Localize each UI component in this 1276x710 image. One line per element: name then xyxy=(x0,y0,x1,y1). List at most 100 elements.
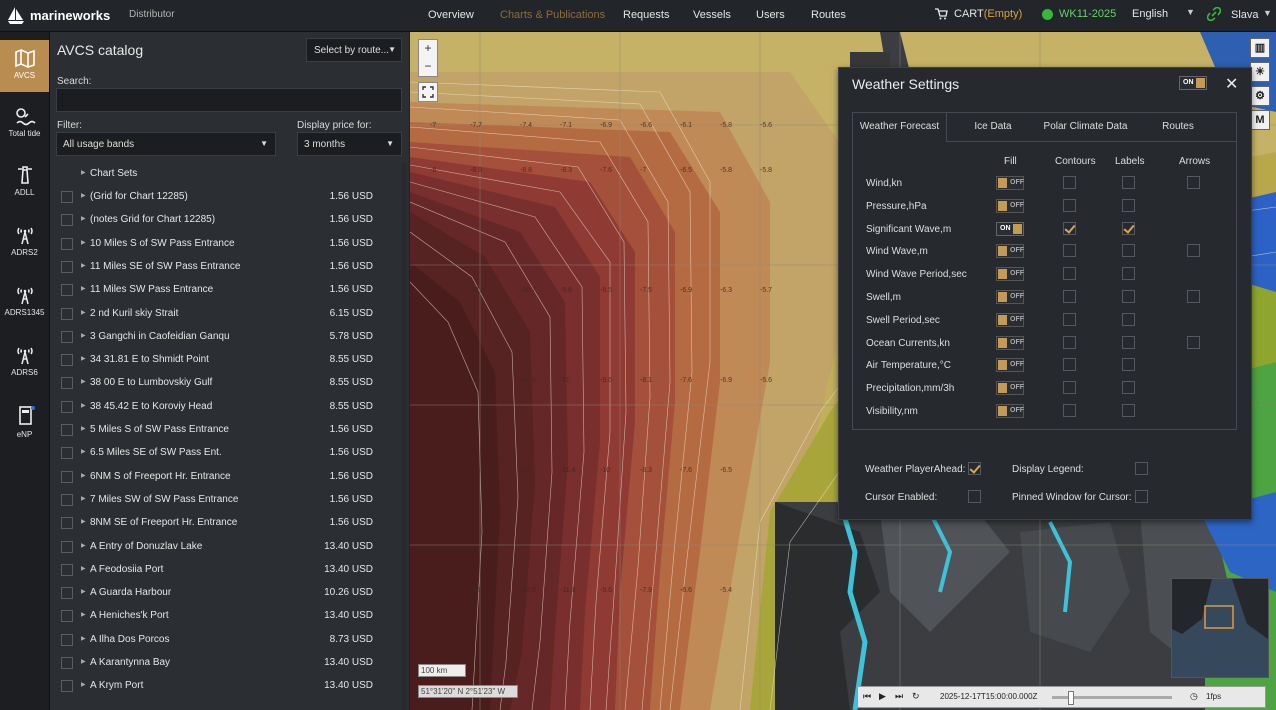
expand-arrow-icon[interactable]: ▶ xyxy=(81,635,86,642)
expand-arrow-icon[interactable]: ▶ xyxy=(81,309,86,316)
chart-row[interactable]: ▶ A Heniches'k Port 13.40 USD xyxy=(50,605,409,628)
timeline-handle[interactable] xyxy=(1068,691,1074,705)
row-checkbox[interactable] xyxy=(61,470,73,483)
expand-arrow-icon[interactable]: ▶ xyxy=(81,495,86,502)
leftnav-total-tide[interactable]: Total tide xyxy=(0,98,49,150)
contours-checkbox[interactable] xyxy=(1063,381,1076,395)
zoom-out-button[interactable]: − xyxy=(419,58,437,76)
refresh-icon[interactable]: ↻ xyxy=(912,691,920,702)
fps-select[interactable]: 1fps xyxy=(1206,692,1221,701)
row-checkbox[interactable] xyxy=(61,330,73,343)
row-checkbox[interactable] xyxy=(61,587,73,600)
row-checkbox[interactable] xyxy=(61,191,73,203)
nav-requests[interactable]: Requests xyxy=(623,9,669,21)
expand-arrow-icon[interactable]: ▶ xyxy=(81,192,86,199)
brand-logo[interactable]: marineworks xyxy=(6,5,110,25)
fill-toggle[interactable]: OFF xyxy=(996,312,1024,327)
expand-arrow-icon[interactable]: ▶ xyxy=(81,681,86,688)
labels-checkbox[interactable] xyxy=(1122,312,1135,326)
fill-toggle[interactable]: OFF xyxy=(996,244,1024,259)
row-checkbox[interactable] xyxy=(61,284,73,297)
labels-checkbox[interactable] xyxy=(1122,381,1135,395)
row-checkbox[interactable] xyxy=(61,563,73,576)
leftnav-adll[interactable]: ADLL xyxy=(0,157,49,209)
tab-weather-forecast[interactable]: Weather Forecast xyxy=(853,113,947,142)
contours-checkbox[interactable] xyxy=(1063,404,1076,417)
chevron-down-icon[interactable]: ▼ xyxy=(1186,7,1195,17)
leftnav-adrs2[interactable]: ADRS2 xyxy=(0,217,49,269)
labels-checkbox[interactable] xyxy=(1122,404,1135,417)
tab-polar-climate[interactable]: Polar Climate Data xyxy=(1038,113,1133,142)
contours-checkbox[interactable] xyxy=(1063,267,1076,281)
settings-icon[interactable]: ⚙ xyxy=(1250,86,1270,106)
expand-arrow-icon[interactable]: ▶ xyxy=(81,448,86,455)
chart-row[interactable]: ▶ A Krym Port 13.40 USD xyxy=(50,675,409,698)
chart-row[interactable]: ▶ 2 nd Kuril skiy Strait 6.15 USD xyxy=(50,303,409,326)
leftnav-enp[interactable]: eNP xyxy=(0,397,49,449)
chart-row[interactable]: ▶ A Entry of Donuzlav Lake 13.40 USD xyxy=(50,536,409,559)
fill-toggle[interactable]: OFF xyxy=(996,290,1024,304)
layers-icon[interactable]: ▥ xyxy=(1250,38,1270,58)
row-checkbox[interactable] xyxy=(61,424,73,436)
expand-arrow-icon[interactable]: ▶ xyxy=(81,611,86,618)
fill-toggle[interactable]: OFF xyxy=(996,198,1024,213)
row-checkbox[interactable] xyxy=(61,400,73,413)
contours-checkbox[interactable] xyxy=(1063,335,1076,349)
link-icon[interactable] xyxy=(1207,7,1221,21)
expand-arrow-icon[interactable]: ▶ xyxy=(81,658,86,665)
expand-arrow-icon[interactable]: ▶ xyxy=(81,215,86,222)
fill-toggle[interactable]: OFF xyxy=(996,404,1024,418)
opt-pinned-window-checkbox[interactable] xyxy=(1135,490,1148,503)
chart-row[interactable]: ▶ (Grid for Chart 12285) 1.56 USD xyxy=(50,186,409,209)
row-checkbox[interactable] xyxy=(61,260,73,273)
labels-checkbox[interactable] xyxy=(1122,267,1135,281)
leftnav-adrs1345[interactable]: ADRS1345 xyxy=(0,277,49,329)
expand-arrow-icon[interactable]: ▶ xyxy=(81,472,86,479)
contours-checkbox[interactable] xyxy=(1063,358,1076,372)
chart-row[interactable]: ▶ 11 Miles SW Pass Entrance 1.56 USD xyxy=(50,279,409,302)
contours-checkbox[interactable] xyxy=(1063,290,1076,303)
play-button[interactable]: ▶ xyxy=(879,691,886,702)
clock-icon[interactable]: ◷ xyxy=(1190,691,1198,702)
labels-checkbox[interactable] xyxy=(1122,335,1135,349)
nav-users[interactable]: Users xyxy=(756,9,785,21)
row-checkbox[interactable] xyxy=(61,237,73,250)
chart-row[interactable]: ▶ A Ilha Dos Porcos 8.73 USD xyxy=(50,629,409,652)
expand-arrow-icon[interactable]: ▶ xyxy=(81,378,86,385)
week-indicator[interactable]: WK11-2025 xyxy=(1042,8,1116,20)
tab-ice-data[interactable]: Ice Data xyxy=(963,113,1023,142)
arrows-checkbox[interactable] xyxy=(1187,244,1200,258)
weather-master-toggle[interactable]: ON xyxy=(1179,76,1207,90)
arrows-checkbox[interactable] xyxy=(1187,290,1200,303)
nav-vessels[interactable]: Vessels xyxy=(693,9,731,21)
search-input[interactable] xyxy=(56,88,402,112)
chart-row[interactable]: ▶ 3 Gangchi in Caofeidian Ganqu 5.78 USD xyxy=(50,326,409,349)
chart-row[interactable]: ▶ A Feodosiia Port 13.40 USD xyxy=(50,559,409,582)
expand-arrow-icon[interactable]: ▶ xyxy=(81,588,86,595)
close-icon[interactable]: ✕ xyxy=(1225,74,1238,94)
overview-minimap[interactable] xyxy=(1171,578,1269,678)
row-checkbox[interactable] xyxy=(61,540,73,553)
expand-arrow-icon[interactable]: ▶ xyxy=(81,285,86,292)
contours-checkbox[interactable] xyxy=(1063,244,1076,258)
row-checkbox[interactable] xyxy=(61,307,73,320)
fullscreen-button[interactable] xyxy=(418,82,438,102)
leftnav-adrs6[interactable]: ADRS6 xyxy=(0,337,49,389)
opt-cursor-enabled-checkbox[interactable] xyxy=(968,490,981,503)
weather-icon[interactable]: ☀ xyxy=(1250,62,1270,82)
row-checkbox[interactable] xyxy=(61,633,73,646)
tab-routes[interactable]: Routes xyxy=(1153,113,1203,142)
arrows-checkbox[interactable] xyxy=(1187,335,1200,349)
chart-set-group[interactable]: ▶ Chart Sets xyxy=(50,163,409,186)
chart-row[interactable]: ▶ (notes Grid for Chart 12285) 1.56 USD xyxy=(50,209,409,232)
fill-toggle[interactable]: ON xyxy=(996,221,1024,236)
measure-icon[interactable]: M xyxy=(1250,110,1270,130)
list-scrollbar[interactable] xyxy=(402,163,406,710)
expand-arrow-icon[interactable]: ▶ xyxy=(81,425,86,432)
expand-arrow-icon[interactable]: ▶ xyxy=(81,169,86,176)
expand-arrow-icon[interactable]: ▶ xyxy=(81,262,86,269)
chart-row[interactable]: ▶ 10 Miles S of SW Pass Entrance 1.56 USD xyxy=(50,233,409,256)
arrows-checkbox[interactable] xyxy=(1187,176,1200,189)
expand-arrow-icon[interactable]: ▶ xyxy=(81,239,86,246)
language-select[interactable]: English xyxy=(1132,8,1168,20)
